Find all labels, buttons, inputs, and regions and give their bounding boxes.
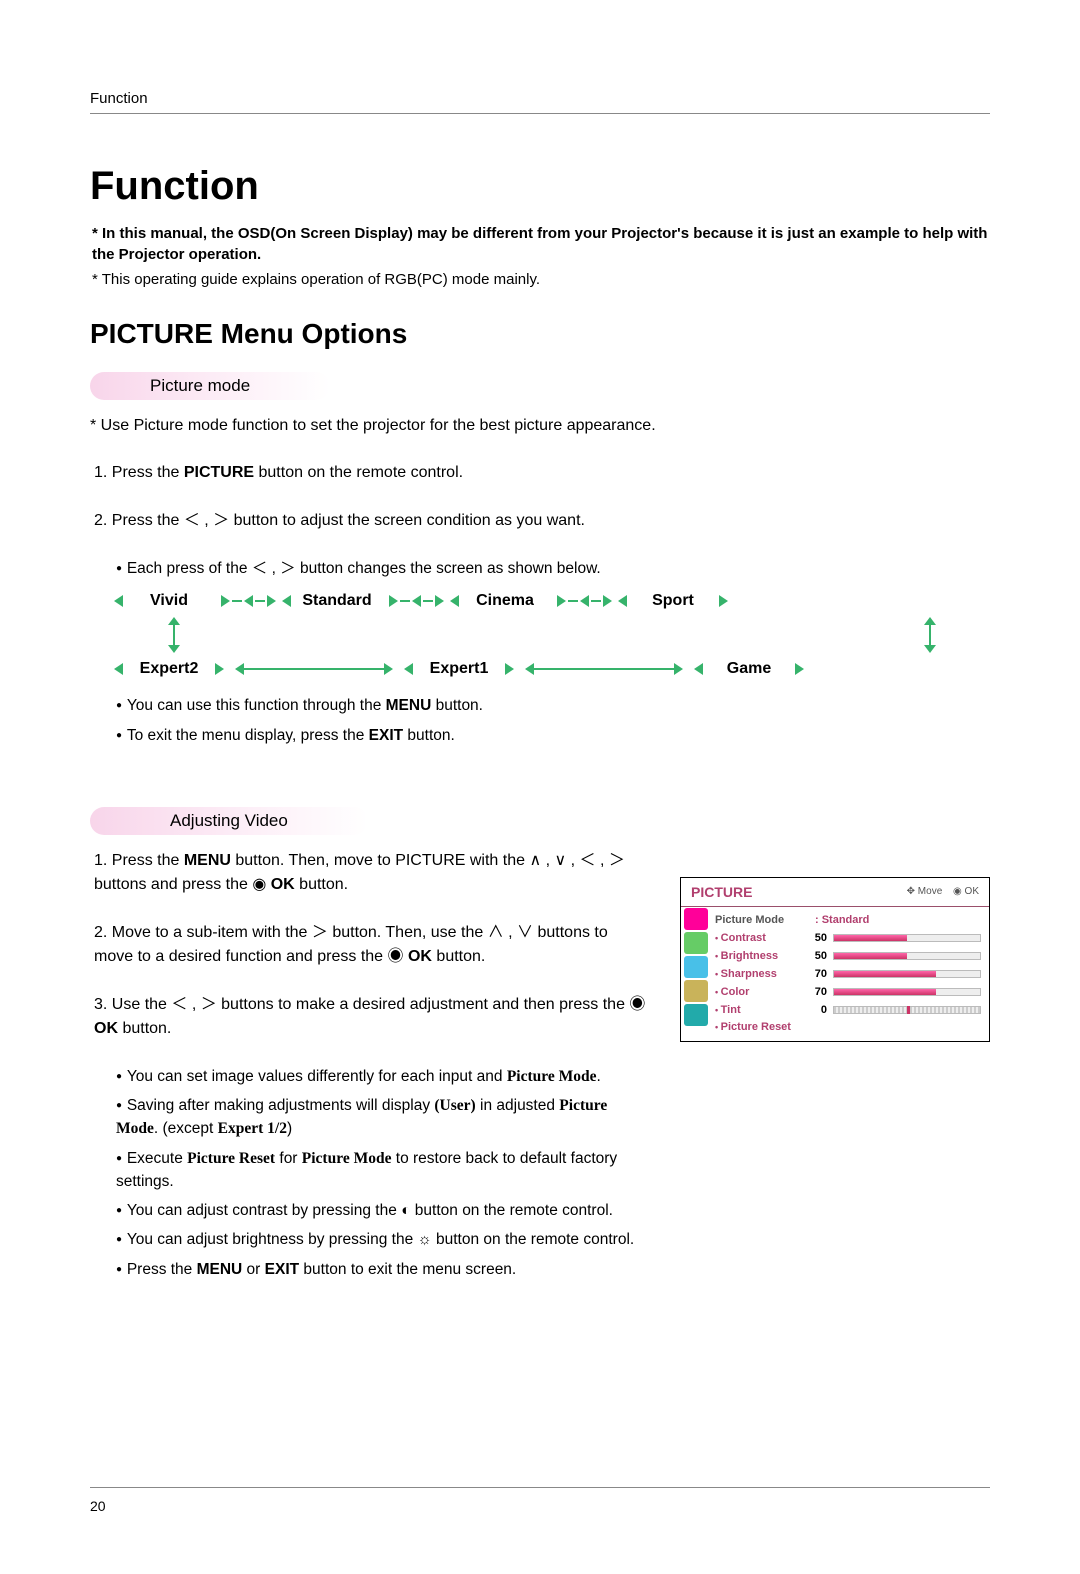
osd-item-tint: Tint 0 bbox=[715, 1001, 981, 1019]
arrow-updown-icon bbox=[173, 625, 175, 645]
osd-icon-3 bbox=[684, 956, 708, 978]
subsection-pill-adjusting-video: Adjusting Video bbox=[90, 807, 368, 835]
osd-item-sharpness: Sharpness70 bbox=[715, 965, 981, 983]
mode-standard: Standard bbox=[291, 592, 383, 610]
mode-expert2: Expert2 bbox=[123, 660, 215, 678]
note-each-press: Each press of the ＜ , ＞ button changes t… bbox=[116, 557, 990, 580]
arrow-left-icon bbox=[114, 595, 123, 607]
osd-picture-reset: Picture Reset bbox=[715, 1021, 981, 1033]
arrow-bidir-icon bbox=[244, 668, 384, 670]
note-exit-button: To exit the menu display, press the EXIT… bbox=[116, 724, 990, 747]
osd-panel: PICTURE ✥ Move ◉ OK Picture Mode bbox=[680, 877, 990, 1042]
adjvideo-note-3: Execute Picture Reset for Picture Mode t… bbox=[116, 1147, 650, 1194]
adjvideo-note-5: You can adjust brightness by pressing th… bbox=[116, 1228, 650, 1251]
step-1: 1. Press the PICTURE button on the remot… bbox=[90, 461, 990, 485]
osd-picture-mode-value: : Standard bbox=[815, 914, 869, 926]
mode-cinema: Cinema bbox=[459, 592, 551, 610]
osd-hints: ✥ Move ◉ OK bbox=[899, 886, 979, 897]
rule-bottom bbox=[90, 1487, 990, 1488]
arrow-right-icon bbox=[719, 595, 728, 607]
mode-expert1: Expert1 bbox=[413, 660, 505, 678]
arrow-bidir-icon bbox=[534, 668, 674, 670]
adjvideo-step-2: 2. Move to a sub-item with the ＞ button.… bbox=[90, 921, 650, 969]
osd-icon-4 bbox=[684, 980, 708, 1002]
osd-picture-mode-label: Picture Mode bbox=[715, 914, 815, 926]
adjvideo-step-3: 3. Use the ＜ , ＞ buttons to make a desir… bbox=[90, 993, 650, 1041]
mode-sport: Sport bbox=[627, 592, 719, 610]
page-title: Function bbox=[90, 164, 990, 209]
intro-note-bold: * In this manual, the OSD(On Screen Disp… bbox=[92, 223, 990, 265]
page-number: 20 bbox=[90, 1498, 990, 1514]
adjvideo-note-4: You can adjust contrast by pressing the … bbox=[116, 1199, 650, 1222]
picture-mode-desc: * Use Picture mode function to set the p… bbox=[90, 414, 990, 437]
rule-top bbox=[90, 113, 990, 114]
osd-icon-5 bbox=[684, 1004, 708, 1026]
mode-flow-diagram: Vivid Standard Cinema Sport Expert2 Expe… bbox=[114, 586, 990, 684]
osd-item-contrast: Contrast50 bbox=[715, 929, 981, 947]
step-2: 2. Press the ＜ , ＞ button to adjust the … bbox=[90, 509, 990, 533]
section-heading: PICTURE Menu Options bbox=[90, 318, 990, 350]
mode-game: Game bbox=[703, 660, 795, 678]
running-header: Function bbox=[90, 90, 990, 107]
adjvideo-note-1: You can set image values differently for… bbox=[116, 1065, 650, 1088]
osd-side-icons bbox=[681, 907, 711, 1041]
ok-hint: ◉ OK bbox=[953, 886, 979, 897]
osd-icon-picture bbox=[684, 908, 708, 930]
mode-vivid: Vivid bbox=[123, 592, 215, 610]
osd-item-color: Color70 bbox=[715, 983, 981, 1001]
osd-title: PICTURE bbox=[691, 884, 752, 900]
arrow-updown-icon bbox=[929, 625, 931, 645]
adjvideo-note-6: Press the MENU or EXIT button to exit th… bbox=[116, 1258, 650, 1281]
subsection-pill-picture-mode: Picture mode bbox=[90, 372, 330, 400]
osd-item-brightness: Brightness50 bbox=[715, 947, 981, 965]
adjvideo-note-2: Saving after making adjustments will dis… bbox=[116, 1094, 650, 1141]
adjvideo-step-1: 1. Press the MENU button. Then, move to … bbox=[90, 849, 650, 897]
intro-note: * This operating guide explains operatio… bbox=[92, 269, 990, 290]
osd-icon-2 bbox=[684, 932, 708, 954]
note-menu-button: You can use this function through the ME… bbox=[116, 694, 990, 717]
move-hint: ✥ Move bbox=[907, 886, 943, 897]
